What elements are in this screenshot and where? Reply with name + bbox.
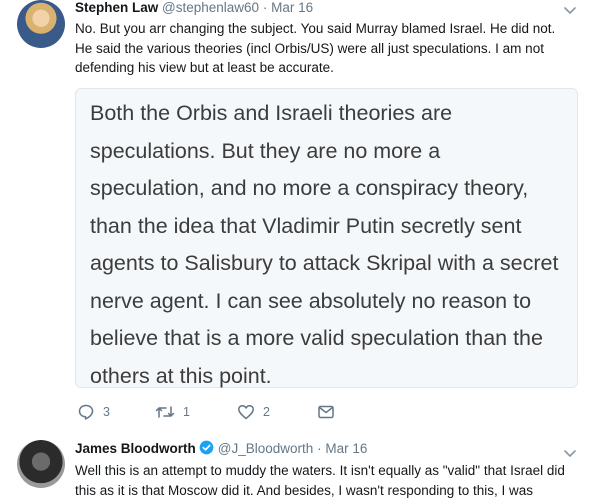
retweet-count: 1	[183, 405, 190, 419]
author-handle[interactable]: @J_Bloodworth	[218, 441, 314, 456]
retweet-button[interactable]: 1	[155, 402, 190, 422]
reply-button[interactable]: 3	[77, 402, 110, 422]
tweet-text: No. But you arr changing the subject. Yo…	[75, 21, 556, 75]
like-button[interactable]: 2	[237, 402, 270, 422]
like-count: 2	[263, 405, 270, 419]
tweet-actions: 3 1 2	[77, 402, 437, 422]
verified-badge-icon	[199, 440, 214, 455]
avatar[interactable]	[17, 440, 65, 488]
tweet-date[interactable]: Mar 16	[325, 441, 367, 456]
tweet-date[interactable]: Mar 16	[271, 0, 313, 15]
author-name[interactable]: James Bloodworth	[75, 441, 196, 456]
reply-count: 3	[103, 405, 110, 419]
envelope-icon	[318, 405, 334, 419]
separator-dot: ·	[262, 0, 268, 15]
author-name[interactable]: Stephen Law	[75, 0, 158, 15]
quote-text: Both the Orbis and Israeli theories are …	[90, 101, 559, 388]
retweet-icon	[155, 406, 175, 418]
chevron-down-icon[interactable]	[563, 446, 577, 460]
chevron-down-icon[interactable]	[563, 3, 577, 17]
avatar[interactable]	[17, 0, 65, 48]
message-button[interactable]	[317, 402, 343, 422]
heart-icon	[238, 404, 254, 420]
reply-icon	[78, 404, 94, 420]
author-handle[interactable]: @stephenlaw60	[162, 0, 259, 15]
tweet-header: James Bloodworth @J_Bloodworth · Mar 16	[75, 440, 367, 456]
separator-dot: ·	[317, 441, 322, 456]
quote-image[interactable]: Both the Orbis and Israeli theories are …	[75, 88, 578, 388]
tweet-text: Well this is an attempt to muddy the wat…	[75, 463, 565, 498]
tweet-header: Stephen Law @stephenlaw60 · Mar 16	[75, 0, 313, 15]
